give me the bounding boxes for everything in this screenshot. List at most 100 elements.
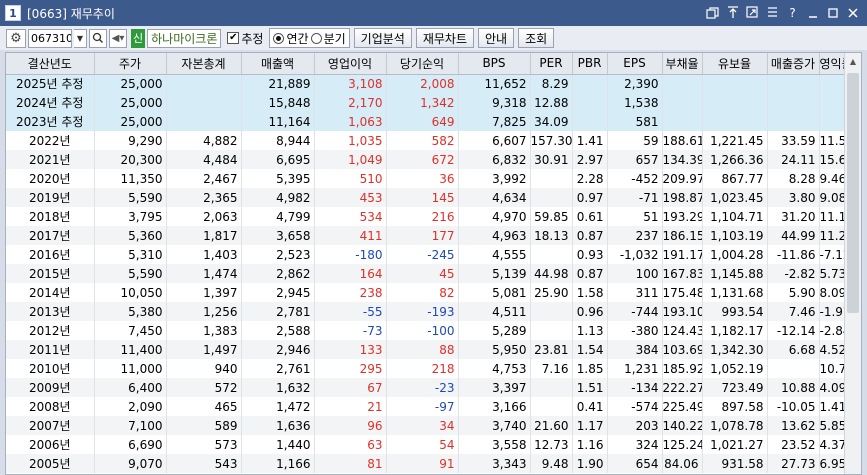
col-header[interactable]: BPS (458, 53, 531, 75)
scroll-up-icon[interactable]: ▲ (845, 53, 861, 70)
cell-price: 6,400 (94, 378, 167, 397)
table-row[interactable]: 2009년 6,400 572 1,632 67 -23 3,397 1.51 -134 222.… (6, 378, 846, 397)
col-header[interactable]: 부채율 (662, 53, 703, 75)
cell-reserve: 993.54 (702, 302, 768, 321)
table-row[interactable]: 2011년 11,400 1,497 2,946 133 88 5,950 23.81 1.54… (6, 340, 846, 359)
table-row[interactable]: 2022년 9,290 4,882 8,944 1,035 582 6,607 157.30 1… (6, 131, 846, 150)
cell-equity: 589 (166, 416, 242, 435)
col-header[interactable]: 유보율 (702, 53, 768, 75)
cell-pbr: 2.28 (572, 169, 608, 188)
col-header[interactable]: 매출증가 (767, 53, 820, 75)
maximize-icon[interactable] (824, 4, 841, 21)
radio-annual[interactable] (273, 32, 285, 44)
cell-price: 25,000 (94, 112, 167, 131)
cell-pbr: 1.41 (572, 131, 608, 150)
speaker-icon[interactable]: ◀▾ (109, 28, 127, 48)
col-header[interactable]: 주가 (94, 53, 167, 75)
table-row[interactable]: 2019년 5,590 2,365 4,982 453 145 4,634 0.97 -71 19… (6, 188, 846, 207)
cell-net: -100 (386, 321, 459, 340)
table-row[interactable]: 2020년 11,350 2,467 5,395 510 36 3,992 2.28 -452 2… (6, 169, 846, 188)
chevron-down-icon[interactable]: ▼ (74, 28, 87, 48)
cell-op: -55 (314, 302, 387, 321)
cell-pbr: 1.51 (572, 378, 608, 397)
cell-bps: 4,511 (458, 302, 531, 321)
col-header[interactable]: PER (530, 53, 573, 75)
col-header[interactable]: PBR (572, 53, 608, 75)
col-header[interactable]: 당기순익 (386, 53, 459, 75)
col-header[interactable]: 영익률 (819, 53, 846, 75)
cell-debt: 125.24 (662, 435, 703, 454)
cell-debt: 222.27 (662, 378, 703, 397)
table-row[interactable]: 2025년 추정 25,000 21,889 3,108 2,008 11,652 8.29… (6, 74, 846, 93)
cell-sales: 15,848 (241, 93, 315, 112)
financial-chart-button[interactable]: 재무차트 (415, 28, 474, 48)
cell-sales: 2,946 (241, 340, 315, 359)
cell-reserve: 897.58 (702, 397, 768, 416)
cell-per: 34.09 (530, 112, 573, 131)
cell-sales: 1,440 (241, 435, 315, 454)
cell-reserve (702, 112, 768, 131)
check-icon[interactable]: ✔ (227, 32, 240, 44)
scroll-thumb[interactable] (847, 73, 859, 313)
restore-icon[interactable] (704, 4, 721, 21)
pin-icon[interactable] (724, 4, 741, 21)
estimate-checkbox[interactable]: ✔ 추정 (227, 30, 263, 47)
col-header[interactable]: 영업이익 (314, 53, 387, 75)
col-header[interactable]: 매출액 (241, 53, 315, 75)
cell-bps: 3,558 (458, 435, 531, 454)
cell-price: 5,310 (94, 245, 167, 264)
table-row[interactable]: 2018년 3,795 2,063 4,799 534 216 4,970 59.85 0.61… (6, 207, 846, 226)
table-row[interactable]: 2006년 6,690 573 1,440 63 54 3,558 12.73 1.16 324 1… (6, 435, 846, 454)
cell-equity: 543 (166, 454, 242, 473)
table-row[interactable]: 2005년 9,070 543 1,166 81 91 3,343 9.48 1.90 654 84… (6, 454, 846, 473)
toolbar: ⚙ ▼ ◀▾ 신 하나마이크론 ✔ 추정 연간 분기 기업분석 재무차트 안내 … (0, 26, 867, 50)
table-row[interactable]: 2017년 5,360 1,817 3,658 411 177 4,963 18.13 0.87… (6, 226, 846, 245)
col-header[interactable]: 자본총계 (166, 53, 242, 75)
settings-icon[interactable] (764, 4, 781, 21)
table-row[interactable]: 2016년 5,310 1,403 2,523 -180 -245 4,555 0.93 -1,… (6, 245, 846, 264)
table-row[interactable]: 2021년 20,300 4,484 6,695 1,049 672 6,832 30.91 2… (6, 150, 846, 169)
col-header[interactable]: EPS (607, 53, 663, 75)
col-header[interactable]: 결산년도 (6, 53, 95, 75)
radio-quarter[interactable] (310, 32, 322, 44)
cell-year: 2008년 (6, 397, 95, 416)
cell-opm: 9.46 (819, 169, 846, 188)
table-row[interactable]: 2023년 추정 25,000 11,164 1,063 649 7,825 34.09 58… (6, 112, 846, 131)
cell-reserve: 1,145.88 (702, 264, 768, 283)
cell-equity: 1,256 (166, 302, 242, 321)
cell-growth (767, 359, 820, 378)
cell-year: 2021년 (6, 150, 95, 169)
cell-reserve: 1,182.17 (702, 321, 768, 340)
search-icon[interactable] (89, 28, 107, 48)
table-row[interactable]: 2015년 5,590 1,474 2,862 164 45 5,139 44.98 0.87 1… (6, 264, 846, 283)
table-row[interactable]: 2008년 2,090 465 1,472 21 -97 3,166 0.41 -574 225.… (6, 397, 846, 416)
table-row[interactable]: 2024년 추정 25,000 15,848 2,170 1,342 9,318 12.88… (6, 93, 846, 112)
help-icon[interactable]: ? (784, 4, 801, 21)
cell-growth: 24.11 (767, 150, 820, 169)
vertical-scrollbar[interactable]: ▲ (844, 53, 861, 474)
credit-badge: 신 (131, 28, 146, 48)
gear-icon[interactable]: ⚙ (6, 28, 26, 48)
cell-net: 2,008 (386, 74, 459, 93)
cell-eps: -744 (607, 302, 663, 321)
cell-equity: 2,063 (166, 207, 242, 226)
table-row[interactable]: 2007년 7,100 589 1,636 96 34 3,740 21.60 1.17 203 1… (6, 416, 846, 435)
cell-bps: 3,343 (458, 454, 531, 473)
company-analysis-button[interactable]: 기업분석 (353, 28, 412, 48)
cell-equity: 1,474 (166, 264, 242, 283)
cell-equity (166, 112, 242, 131)
cell-reserve: 931.58 (702, 454, 768, 473)
guide-button[interactable]: 안내 (478, 28, 515, 48)
table-row[interactable]: 2010년 11,000 940 2,761 295 218 4,753 7.16 1.85 1,… (6, 359, 846, 378)
table-row[interactable]: 2013년 5,380 1,256 2,781 -55 -193 4,511 0.96 -744… (6, 302, 846, 321)
cell-price: 25,000 (94, 74, 167, 93)
table-row[interactable]: 2012년 7,450 1,383 2,588 -73 -100 5,289 1.13 -380… (6, 321, 846, 340)
link-icon[interactable] (744, 4, 761, 21)
close-icon[interactable] (844, 4, 861, 21)
query-button[interactable]: 조회 (518, 28, 555, 48)
cell-debt: 193.29 (662, 207, 703, 226)
minimize-icon[interactable] (804, 4, 821, 21)
stock-code-input[interactable] (28, 28, 72, 48)
table-row[interactable]: 2014년 10,050 1,397 2,945 238 82 5,081 25.90 1.58… (6, 283, 846, 302)
cell-sales: 21,889 (241, 74, 315, 93)
